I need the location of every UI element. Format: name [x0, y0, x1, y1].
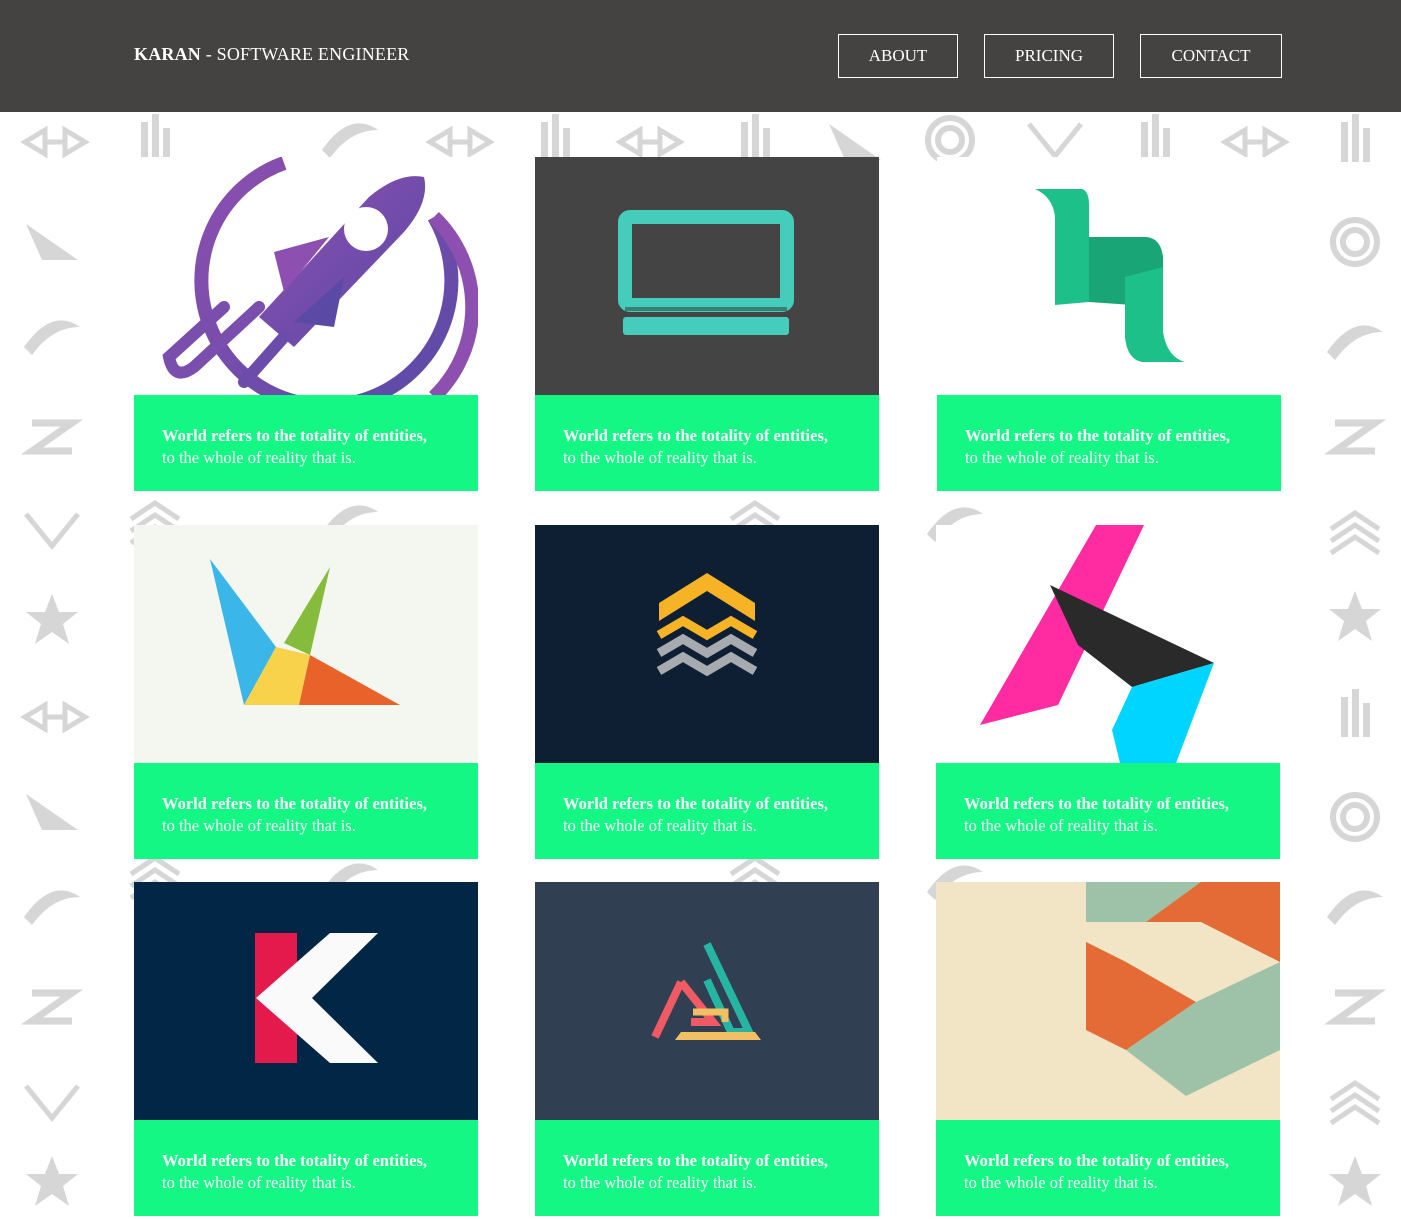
- site-brand[interactable]: KARAN - SOFTWARE ENGINEER: [134, 44, 410, 65]
- portfolio-card[interactable]: World refers to the totality of entities…: [535, 525, 879, 859]
- card-caption-bold: World refers to the totality of entities…: [162, 1151, 427, 1170]
- portfolio-card[interactable]: World refers to the totality of entities…: [936, 882, 1280, 1216]
- card-image: [134, 157, 478, 395]
- card-caption-text: to the whole of reality that is.: [964, 1173, 1158, 1192]
- card-caption-bold: World refers to the totality of entities…: [964, 794, 1229, 813]
- card-caption-bold: World refers to the totality of entities…: [563, 794, 828, 813]
- top-navbar: KARAN - SOFTWARE ENGINEER ABOUT PRICING …: [0, 0, 1401, 112]
- geometric-h-logo-icon: [980, 525, 1214, 763]
- card-caption: World refers to the totality of entities…: [535, 763, 879, 859]
- card-image: [535, 157, 879, 395]
- brand-name: KARAN: [134, 44, 201, 64]
- brand-role: SOFTWARE ENGINEER: [216, 44, 410, 64]
- card-caption-text: to the whole of reality that is.: [563, 816, 757, 835]
- portfolio-card[interactable]: World refers to the totality of entities…: [134, 525, 478, 859]
- card-image: [134, 525, 478, 763]
- card-caption-bold: World refers to the totality of entities…: [162, 794, 427, 813]
- portfolio-card[interactable]: World refers to the totality of entities…: [535, 882, 879, 1216]
- triangle-knot-logo-icon: [651, 942, 761, 1040]
- card-image: [937, 157, 1281, 395]
- k-triangles-logo-icon: [210, 559, 400, 705]
- laptop-logo-icon: [618, 210, 794, 335]
- card-caption-bold: World refers to the totality of entities…: [563, 1151, 828, 1170]
- card-image: [936, 882, 1280, 1120]
- layers-logo-icon: [656, 573, 758, 677]
- hexagon-pattern-logo-icon: [1086, 882, 1280, 1096]
- card-caption: World refers to the totality of entities…: [535, 1120, 879, 1216]
- portfolio-card[interactable]: World refers to the totality of entities…: [134, 882, 478, 1216]
- card-image: [936, 525, 1280, 763]
- h-ribbon-logo-icon: [1035, 189, 1185, 362]
- card-caption-text: to the whole of reality that is.: [162, 816, 356, 835]
- card-caption: World refers to the totality of entities…: [535, 395, 879, 491]
- card-caption-text: to the whole of reality that is.: [964, 816, 1158, 835]
- card-caption: World refers to the totality of entities…: [937, 395, 1281, 491]
- card-image: [134, 882, 478, 1120]
- nav-contact-button[interactable]: CONTACT: [1140, 34, 1282, 78]
- card-caption-text: to the whole of reality that is.: [563, 448, 757, 467]
- card-caption-bold: World refers to the totality of entities…: [964, 1151, 1229, 1170]
- card-caption-text: to the whole of reality that is.: [162, 1173, 356, 1192]
- portfolio-card[interactable]: World refers to the totality of entities…: [937, 157, 1281, 491]
- nav-about-button[interactable]: ABOUT: [838, 34, 958, 78]
- card-caption: World refers to the totality of entities…: [134, 763, 478, 859]
- portfolio-card[interactable]: World refers to the totality of entities…: [134, 157, 478, 491]
- card-image: [535, 525, 879, 763]
- portfolio-card[interactable]: World refers to the totality of entities…: [936, 525, 1280, 859]
- card-caption-text: to the whole of reality that is.: [965, 448, 1159, 467]
- card-caption: World refers to the totality of entities…: [936, 763, 1280, 859]
- nav-pricing-button[interactable]: PRICING: [984, 34, 1114, 78]
- card-caption: World refers to the totality of entities…: [134, 1120, 478, 1216]
- k-letter-logo-icon: [255, 933, 378, 1063]
- card-caption-bold: World refers to the totality of entities…: [563, 426, 828, 445]
- rocket-logo-icon: [162, 157, 478, 395]
- card-caption: World refers to the totality of entities…: [134, 395, 478, 491]
- card-caption-text: to the whole of reality that is.: [563, 1173, 757, 1192]
- card-caption-bold: World refers to the totality of entities…: [162, 426, 427, 445]
- card-caption-text: to the whole of reality that is.: [162, 448, 356, 467]
- card-caption-bold: World refers to the totality of entities…: [965, 426, 1230, 445]
- portfolio-card[interactable]: World refers to the totality of entities…: [535, 157, 879, 491]
- brand-separator: -: [201, 44, 217, 64]
- card-image: [535, 882, 879, 1120]
- card-caption: World refers to the totality of entities…: [936, 1120, 1280, 1216]
